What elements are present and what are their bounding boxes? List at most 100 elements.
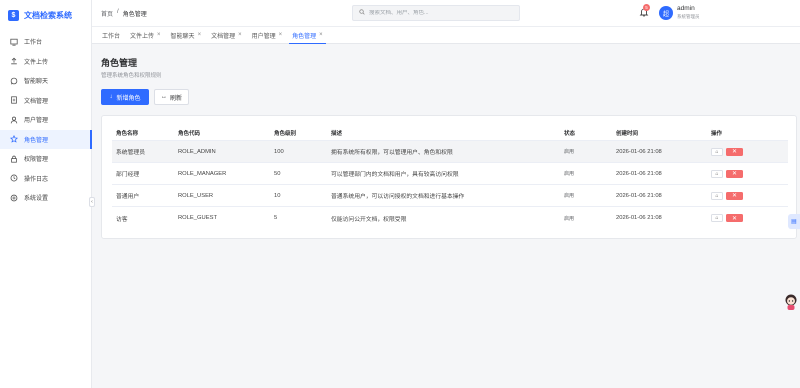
sidebar-item-label: 工作台 bbox=[24, 40, 43, 47]
sidebar-item-logs[interactable]: 操作日志 bbox=[0, 169, 91, 189]
tab-label: 文档管理 bbox=[211, 33, 236, 40]
status-badge: 启用 bbox=[564, 149, 575, 155]
sidebar-item-label: 角色管理 bbox=[24, 137, 49, 144]
gear-icon bbox=[10, 194, 18, 202]
tab-roles[interactable]: 角色管理 × bbox=[287, 27, 328, 44]
sidebar-item-workbench[interactable]: 工作台 bbox=[0, 32, 91, 52]
column-header: 创建时间 bbox=[616, 130, 639, 137]
search-input[interactable] bbox=[369, 10, 499, 16]
tab-workbench[interactable]: 工作台 bbox=[97, 27, 125, 43]
edit-button[interactable]: ⌂ bbox=[711, 191, 723, 200]
sidebar: $ 文档检索系统 工作台 文件上传 智能聊天 文档管理 用户管理 角色管理 权限… bbox=[0, 0, 92, 388]
created-time: 2026-01-06 21:08 bbox=[616, 192, 662, 199]
role-level: 5 bbox=[274, 215, 278, 221]
edit-button[interactable]: ⌂ bbox=[711, 169, 723, 178]
edit-icon: ⌂ bbox=[715, 192, 719, 199]
roles-table-card: 角色名称 角色代码 角色级别 描述 状态 创建时间 操作 系统管理员 ROLE_… bbox=[101, 115, 797, 239]
sidebar-item-upload[interactable]: 文件上传 bbox=[0, 52, 91, 72]
column-header: 描述 bbox=[331, 130, 343, 137]
delete-button[interactable]: ✕ bbox=[726, 191, 743, 200]
search-box[interactable] bbox=[352, 5, 520, 21]
sidebar-item-roles[interactable]: 角色管理 bbox=[0, 129, 92, 149]
table-row[interactable]: 访客 ROLE_GUEST 5 仅能访问公开文档，权限受限 启用 2026-01… bbox=[112, 207, 788, 229]
user-role: 系统管理员 bbox=[677, 14, 700, 19]
floating-help-button[interactable]: ▤ bbox=[788, 214, 800, 229]
role-name: 系统管理员 bbox=[116, 150, 145, 156]
table-row[interactable]: 普通用户 ROLE_USER 10 普通系统用户，可以访问授权的文档和进行基本操… bbox=[112, 185, 788, 207]
sidebar-item-label: 用户管理 bbox=[24, 118, 49, 125]
sidebar-item-settings[interactable]: 系统设置 bbox=[0, 188, 91, 208]
tab-bar: 工作台 文件上传 × 智能聊天 × 文档管理 × 用户管理 × 角色管理 × bbox=[92, 27, 800, 44]
delete-icon: ✕ bbox=[731, 149, 738, 155]
delete-icon: ✕ bbox=[731, 215, 738, 222]
desktop-icon bbox=[10, 38, 18, 46]
page-subtitle: 管理系统角色和权限规则 bbox=[101, 73, 162, 79]
add-role-button[interactable]: ↓ 新增角色 bbox=[101, 89, 149, 105]
sidebar-item-label: 系统设置 bbox=[24, 196, 49, 203]
sidebar-collapse-handle[interactable]: ‹ bbox=[89, 197, 95, 207]
edit-button[interactable]: ⌂ bbox=[711, 214, 723, 222]
role-level: 10 bbox=[274, 192, 281, 199]
avatar[interactable]: 超 bbox=[659, 6, 673, 20]
edit-button[interactable]: ⌂ bbox=[711, 147, 723, 156]
sidebar-item-permissions[interactable]: 权限管理 bbox=[0, 149, 91, 169]
close-icon[interactable]: × bbox=[319, 32, 323, 38]
close-icon[interactable]: × bbox=[279, 32, 283, 38]
tab-upload[interactable]: 文件上传 × bbox=[125, 27, 166, 43]
role-name: 访客 bbox=[116, 216, 128, 223]
delete-button[interactable]: ✕ bbox=[726, 147, 743, 156]
assistant-mascot-icon[interactable] bbox=[784, 293, 798, 311]
refresh-label: 刷新 bbox=[169, 95, 182, 102]
chat-icon bbox=[10, 77, 18, 85]
chevron-left-icon: ‹ bbox=[91, 199, 93, 205]
refresh-button[interactable]: ↔ 刷新 bbox=[154, 89, 189, 105]
column-header: 角色名称 bbox=[116, 130, 139, 137]
close-icon[interactable]: × bbox=[238, 32, 242, 38]
delete-icon: ✕ bbox=[731, 171, 738, 177]
row-actions: ⌂ ✕ bbox=[711, 147, 788, 156]
tab-users[interactable]: 用户管理 × bbox=[247, 27, 288, 43]
column-header: 角色级别 bbox=[274, 130, 297, 137]
tab-label: 角色管理 bbox=[292, 33, 317, 40]
sidebar-item-users[interactable]: 用户管理 bbox=[0, 110, 91, 130]
role-code: ROLE_ADMIN bbox=[178, 148, 216, 155]
tab-documents[interactable]: 文档管理 × bbox=[206, 27, 247, 43]
breadcrumb-home[interactable]: 首页 bbox=[101, 9, 113, 18]
search-icon bbox=[359, 9, 365, 17]
sidebar-item-chat[interactable]: 智能聊天 bbox=[0, 71, 91, 91]
arrow-down-icon: ↓ bbox=[109, 94, 113, 100]
sidebar-nav: 工作台 文件上传 智能聊天 文档管理 用户管理 角色管理 权限管理 操作日志 系… bbox=[0, 32, 92, 208]
breadcrumb-separator: / bbox=[117, 9, 119, 15]
notification-badge: 5 bbox=[643, 4, 650, 11]
breadcrumb-current: 角色管理 bbox=[122, 12, 147, 18]
role-description: 仅能访问公开文档，权限受限 bbox=[331, 216, 407, 223]
table-row[interactable]: 部门经理 ROLE_MANAGER 50 可以管理部门内的文档和用户，具有较高访… bbox=[112, 163, 788, 185]
column-header: 角色代码 bbox=[178, 130, 201, 137]
sidebar-item-label: 权限管理 bbox=[24, 157, 49, 164]
tab-chat[interactable]: 智能聊天 × bbox=[166, 27, 207, 43]
tab-label: 用户管理 bbox=[251, 33, 276, 40]
row-actions: ⌂ ✕ bbox=[711, 191, 788, 200]
close-icon[interactable]: × bbox=[157, 32, 161, 38]
sidebar-item-label: 文件上传 bbox=[24, 59, 49, 66]
created-time: 2026-01-06 21:08 bbox=[616, 148, 662, 155]
help-panel-icon: ▤ bbox=[791, 219, 797, 225]
sidebar-item-documents[interactable]: 文档管理 bbox=[0, 91, 91, 111]
lock-icon bbox=[10, 155, 18, 163]
close-icon[interactable]: × bbox=[198, 32, 202, 38]
created-time: 2026-01-06 21:08 bbox=[616, 215, 662, 221]
clock-icon bbox=[10, 174, 18, 182]
delete-button[interactable]: ✕ bbox=[726, 214, 743, 222]
app-logo: $ bbox=[8, 9, 19, 21]
table-row[interactable]: 系统管理员 ROLE_ADMIN 100 拥有系统所有权限，可以管理用户、角色和… bbox=[112, 141, 788, 163]
role-level: 100 bbox=[274, 148, 284, 155]
user-name[interactable]: admin bbox=[677, 5, 695, 12]
star-icon bbox=[10, 135, 18, 143]
row-actions: ⌂ ✕ bbox=[711, 169, 788, 178]
role-description: 可以管理部门内的文档和用户，具有较高访问权限 bbox=[331, 172, 459, 178]
role-code: ROLE_GUEST bbox=[178, 215, 217, 221]
document-icon bbox=[10, 96, 18, 104]
brand[interactable]: $ 文档检索系统 bbox=[0, 0, 91, 30]
user-icon bbox=[10, 116, 18, 124]
delete-button[interactable]: ✕ bbox=[726, 169, 743, 178]
